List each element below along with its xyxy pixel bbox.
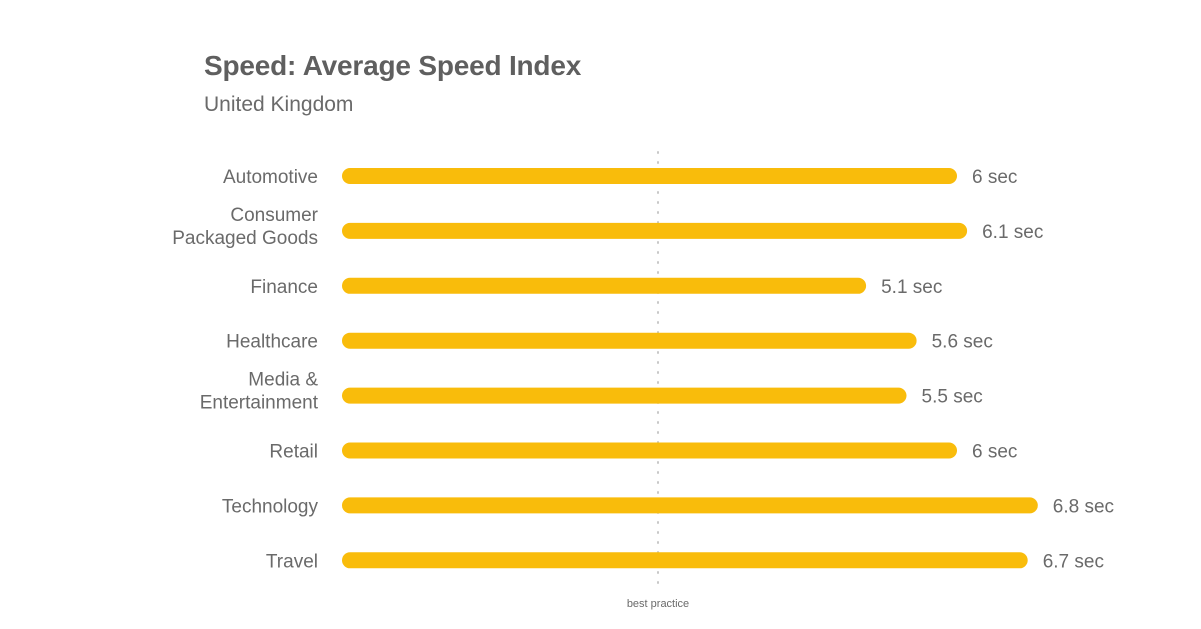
value-label: 5.6 sec <box>932 332 993 353</box>
bar <box>342 387 907 404</box>
category-label: Media & Entertainment <box>200 370 319 414</box>
bar <box>342 332 917 349</box>
category-label: Automotive <box>223 167 318 188</box>
bar-chart: best practice 6 sec Automotive 6.1 sec Consu… <box>172 151 1114 610</box>
category-label: Consumer Packaged Goods <box>172 205 318 249</box>
best-practice-label: best practice <box>627 598 689 610</box>
bar <box>342 168 957 184</box>
value-label: 5.5 sec <box>922 387 983 408</box>
category-label: Travel <box>266 551 318 572</box>
bar <box>342 552 1028 569</box>
value-label: 6.8 sec <box>1053 496 1114 517</box>
bar <box>342 222 968 239</box>
category-label: Finance <box>250 277 318 298</box>
category-label: Healthcare <box>226 332 318 353</box>
bar <box>342 497 1038 514</box>
value-label: 6.7 sec <box>1043 551 1104 572</box>
bar <box>342 277 867 294</box>
value-label: 6 sec <box>972 442 1017 463</box>
bar <box>342 442 957 459</box>
category-label: Technology <box>222 496 319 517</box>
category-label: Retail <box>269 442 318 463</box>
value-label: 5.1 sec <box>881 277 942 298</box>
value-label: 6.1 sec <box>982 222 1043 243</box>
value-label: 6 sec <box>972 167 1017 188</box>
